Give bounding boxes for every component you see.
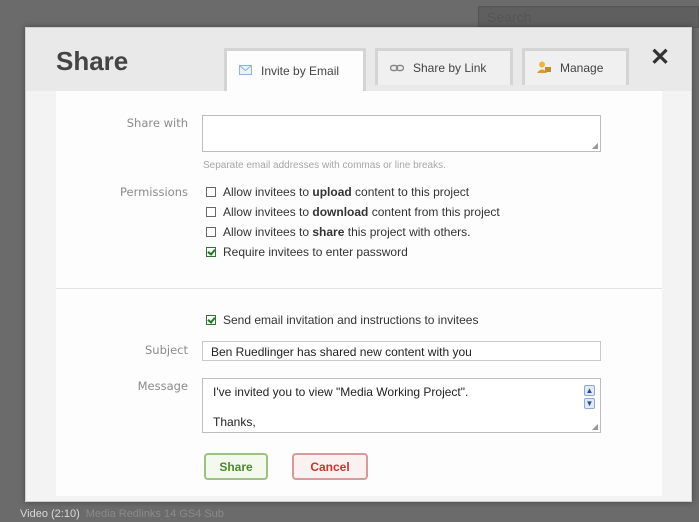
- invite-by-email-panel: Share with ◢ Separate email addresses wi…: [56, 91, 662, 496]
- share-with-hint: Separate email addresses with commas or …: [203, 160, 446, 171]
- send-email-option[interactable]: Send email invitation and instructions t…: [206, 313, 478, 327]
- message-label: Message: [137, 379, 188, 393]
- share-with-field[interactable]: ◢: [202, 115, 601, 152]
- permissions-label: Permissions: [119, 185, 188, 199]
- tab-invite-by-email[interactable]: Invite by Email: [224, 48, 366, 91]
- permission-require-password-checkbox[interactable]: [206, 247, 216, 257]
- permission-require-password-text: Require invitees to enter password: [223, 245, 408, 259]
- link-icon: [389, 61, 405, 75]
- tab-label: Manage: [560, 61, 604, 75]
- subject-label: Subject: [145, 343, 188, 357]
- send-email-checkbox[interactable]: [206, 315, 216, 325]
- share-dialog: Share Invite by Email Share by Link Mana…: [25, 27, 692, 502]
- resize-grip-icon[interactable]: ◢: [592, 142, 598, 150]
- share-with-label: Share with: [126, 116, 188, 130]
- close-icon[interactable]: ✕: [650, 46, 670, 70]
- tab-share-by-link[interactable]: Share by Link: [375, 48, 513, 85]
- permission-require-password[interactable]: Require invitees to enter password: [206, 245, 408, 259]
- resize-grip-icon[interactable]: ◢: [592, 423, 598, 431]
- dialog-header: Share Invite by Email Share by Link Mana…: [26, 28, 691, 91]
- subject-input[interactable]: Ben Ruedlinger has shared new content wi…: [202, 341, 601, 361]
- envelope-icon: [239, 64, 252, 78]
- permission-share[interactable]: Allow invitees to share this project wit…: [206, 225, 470, 239]
- permission-download-text: Allow invitees to download content from …: [223, 205, 500, 219]
- permission-upload[interactable]: Allow invitees to upload content to this…: [206, 185, 469, 199]
- background-search-input: Search: [478, 6, 699, 28]
- manage-icon: [537, 61, 551, 76]
- permission-upload-checkbox[interactable]: [206, 187, 216, 197]
- permission-share-text: Allow invitees to share this project wit…: [223, 225, 471, 239]
- scroll-up-icon[interactable]: ▲: [584, 385, 595, 396]
- background-video-duration: Video (2:10): [20, 508, 80, 520]
- background-caption: Media Redlinks 14 GS4 Sub: [85, 508, 224, 520]
- message-line-2: Thanks,: [213, 415, 256, 429]
- cancel-button[interactable]: Cancel: [292, 453, 368, 480]
- tab-manage[interactable]: Manage: [522, 48, 629, 85]
- tab-label: Invite by Email: [261, 64, 340, 78]
- permission-upload-text: Allow invitees to upload content to this…: [223, 185, 470, 199]
- send-email-text: Send email invitation and instructions t…: [223, 313, 479, 327]
- permission-download-checkbox[interactable]: [206, 207, 216, 217]
- scroll-down-icon[interactable]: ▼: [584, 398, 595, 409]
- share-button[interactable]: Share: [204, 453, 268, 480]
- permission-share-checkbox[interactable]: [206, 227, 216, 237]
- section-divider: [56, 288, 662, 289]
- permission-download[interactable]: Allow invitees to download content from …: [206, 205, 500, 219]
- message-textarea[interactable]: I've invited you to view "Media Working …: [202, 378, 601, 433]
- message-line-1: I've invited you to view "Media Working …: [213, 385, 469, 399]
- background-footer: Video (2:10) Media Redlinks 14 GS4 Sub: [20, 508, 224, 520]
- tab-label: Share by Link: [413, 61, 487, 75]
- dialog-title: Share: [56, 46, 129, 76]
